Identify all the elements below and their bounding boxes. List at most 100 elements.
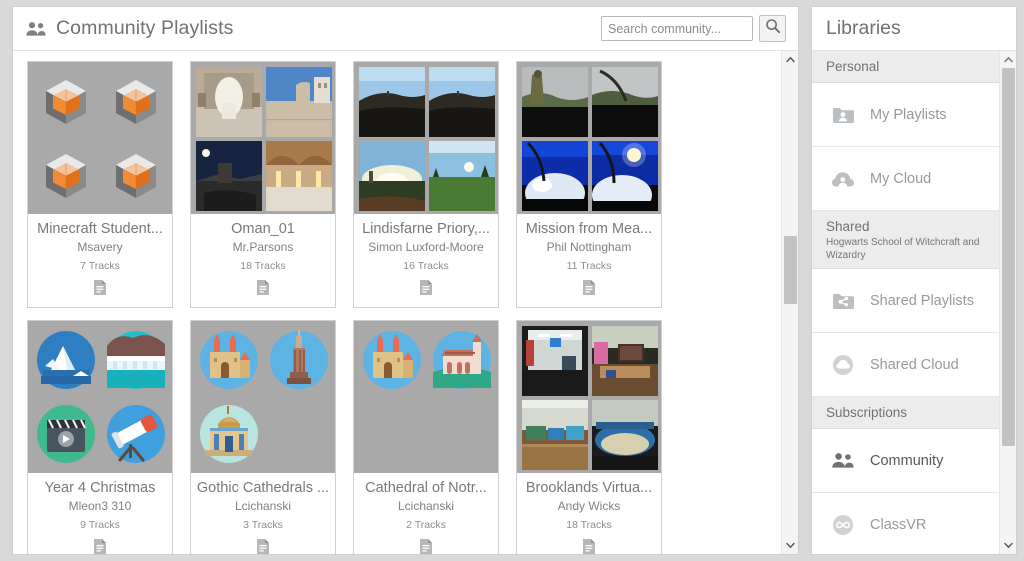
document-icon[interactable] bbox=[256, 538, 270, 554]
playlist-meta: Oman_01 Mr.Parsons 18 Tracks bbox=[191, 214, 335, 307]
playlist-track-count: 16 Tracks bbox=[403, 260, 449, 272]
playlist-card[interactable]: Minecraft Student... Msavery 7 Tracks bbox=[27, 61, 173, 308]
playlist-meta: Lindisfarne Priory,... Simon Luxford-Moo… bbox=[354, 214, 498, 307]
sidebar-scrollbar[interactable] bbox=[999, 51, 1016, 554]
document-icon[interactable] bbox=[93, 279, 107, 301]
playlist-title: Oman_01 bbox=[231, 221, 295, 237]
playlist-thumbnail bbox=[429, 326, 495, 396]
document-icon[interactable] bbox=[419, 538, 433, 554]
playlist-title: Lindisfarne Priory,... bbox=[362, 221, 490, 237]
playlist-thumbnail bbox=[522, 326, 588, 396]
folder-share-icon bbox=[830, 288, 856, 314]
playlist-track-count: 7 Tracks bbox=[80, 260, 120, 272]
playlist-grid: Minecraft Student... Msavery 7 Tracks Om… bbox=[13, 51, 781, 554]
sidebar-list: Personal My Playlists My Cloud Shared Hogw… bbox=[812, 51, 999, 554]
playlist-title: Brooklands Virtua... bbox=[525, 480, 653, 496]
sidebar-group-header: Personal bbox=[812, 51, 999, 83]
playlist-thumbnails bbox=[28, 321, 172, 473]
libraries-sidebar: Libraries Personal My Playlists My Cloud… bbox=[811, 6, 1017, 555]
playlist-thumbnail bbox=[429, 141, 495, 211]
search-input[interactable] bbox=[601, 16, 753, 41]
search-icon bbox=[765, 18, 781, 39]
scroll-thumb[interactable] bbox=[784, 236, 797, 304]
scroll-up-button[interactable] bbox=[782, 51, 798, 68]
sidebar-item-label: My Playlists bbox=[870, 106, 947, 123]
playlist-thumbnail bbox=[522, 67, 588, 137]
playlist-thumbnail bbox=[266, 67, 332, 137]
community-playlists-panel: Community Playlists Search community... … bbox=[12, 6, 799, 555]
sidebar-group-header: Subscriptions bbox=[812, 397, 999, 429]
sidebar-item-label: Shared Cloud bbox=[870, 356, 959, 373]
playlist-author: Simon Luxford-Moore bbox=[368, 240, 484, 254]
playlist-thumbnail bbox=[103, 67, 169, 137]
playlist-thumbnails bbox=[191, 62, 335, 214]
document-icon[interactable] bbox=[582, 538, 596, 554]
playlist-card[interactable]: Mission from Mea... Phil Nottingham 11 T… bbox=[516, 61, 662, 308]
playlist-track-count: 11 Tracks bbox=[566, 260, 612, 272]
playlist-track-count: 3 Tracks bbox=[243, 519, 283, 531]
playlist-thumbnail bbox=[266, 326, 332, 396]
playlist-thumbnail bbox=[359, 326, 425, 396]
playlist-thumbnail bbox=[196, 326, 262, 396]
scroll-down-button[interactable] bbox=[782, 537, 798, 554]
playlist-title: Gothic Cathedrals ... bbox=[196, 480, 330, 496]
playlist-author: Andy Wicks bbox=[557, 499, 621, 513]
playlist-thumbnails bbox=[517, 62, 661, 214]
sidebar-item-label: My Cloud bbox=[870, 170, 932, 187]
playlist-thumbnail bbox=[592, 141, 658, 211]
playlist-meta: Cathedral of Notr... Lcichanski 2 Tracks bbox=[354, 473, 498, 554]
sidebar-scroll-thumb[interactable] bbox=[1002, 68, 1015, 446]
sidebar-item-classvr[interactable]: ClassVR bbox=[812, 493, 999, 554]
playlist-thumbnail bbox=[359, 141, 425, 211]
document-icon[interactable] bbox=[256, 279, 270, 301]
sidebar-item-label: Shared Playlists bbox=[870, 292, 974, 309]
sidebar-item-label: ClassVR bbox=[870, 516, 927, 533]
cloud-user-icon bbox=[830, 166, 856, 192]
playlist-card[interactable]: Oman_01 Mr.Parsons 18 Tracks bbox=[190, 61, 336, 308]
playlist-meta: Year 4 Christmas Mleon3 310 9 Tracks bbox=[28, 473, 172, 554]
sidebar-item-my-cloud[interactable]: My Cloud bbox=[812, 147, 999, 211]
playlist-thumbnails bbox=[354, 62, 498, 214]
playlist-card[interactable]: Year 4 Christmas Mleon3 310 9 Tracks bbox=[27, 320, 173, 554]
people-icon bbox=[25, 21, 47, 37]
sidebar-scroll-down-button[interactable] bbox=[1000, 537, 1016, 554]
sidebar-item-my-playlists[interactable]: My Playlists bbox=[812, 83, 999, 147]
playlist-card[interactable]: Gothic Cathedrals ... Lcichanski 3 Track… bbox=[190, 320, 336, 554]
playlist-thumbnail bbox=[103, 141, 169, 211]
playlist-meta: Brooklands Virtua... Andy Wicks 18 Track… bbox=[517, 473, 661, 554]
playlist-track-count: 2 Tracks bbox=[406, 519, 446, 531]
playlist-thumbnail bbox=[522, 141, 588, 211]
playlist-card[interactable]: Cathedral of Notr... Lcichanski 2 Tracks bbox=[353, 320, 499, 554]
document-icon[interactable] bbox=[93, 538, 107, 554]
playlist-author: Msavery bbox=[77, 240, 123, 254]
sidebar-group-title: Personal bbox=[826, 59, 880, 74]
document-icon[interactable] bbox=[582, 279, 596, 301]
sidebar-group-title: Shared bbox=[826, 219, 870, 234]
playlist-thumbnail bbox=[196, 141, 262, 211]
sidebar-item-community[interactable]: Community bbox=[812, 429, 999, 493]
main-scrollbar[interactable] bbox=[781, 51, 798, 554]
panel-header: Community Playlists bbox=[13, 7, 798, 51]
playlist-card[interactable]: Lindisfarne Priory,... Simon Luxford-Moo… bbox=[353, 61, 499, 308]
playlist-thumbnail bbox=[196, 400, 262, 470]
sidebar-item-shared-playlists[interactable]: Shared Playlists bbox=[812, 269, 999, 333]
playlist-thumbnail bbox=[592, 67, 658, 137]
playlist-author: Mleon3 310 bbox=[68, 499, 132, 513]
playlist-thumbnail bbox=[429, 67, 495, 137]
playlist-meta: Mission from Mea... Phil Nottingham 11 T… bbox=[517, 214, 661, 307]
folder-user-icon bbox=[830, 102, 856, 128]
playlist-thumbnails bbox=[191, 321, 335, 473]
playlist-thumbnail bbox=[103, 326, 169, 396]
sidebar-item-shared-cloud[interactable]: Shared Cloud bbox=[812, 333, 999, 397]
cloud-share-icon bbox=[830, 352, 856, 378]
search-button[interactable] bbox=[759, 15, 786, 42]
sidebar-scroll-up-button[interactable] bbox=[1000, 51, 1016, 68]
playlist-title: Minecraft Student... bbox=[37, 221, 163, 237]
playlist-title: Year 4 Christmas bbox=[44, 480, 156, 496]
app-root: Community Playlists Search community... … bbox=[0, 0, 1024, 561]
playlist-card[interactable]: Brooklands Virtua... Andy Wicks 18 Track… bbox=[516, 320, 662, 554]
playlist-thumbnail bbox=[196, 67, 262, 137]
sidebar-group-title: Subscriptions bbox=[826, 405, 908, 420]
document-icon[interactable] bbox=[419, 279, 433, 301]
playlist-title: Mission from Mea... bbox=[525, 221, 653, 237]
